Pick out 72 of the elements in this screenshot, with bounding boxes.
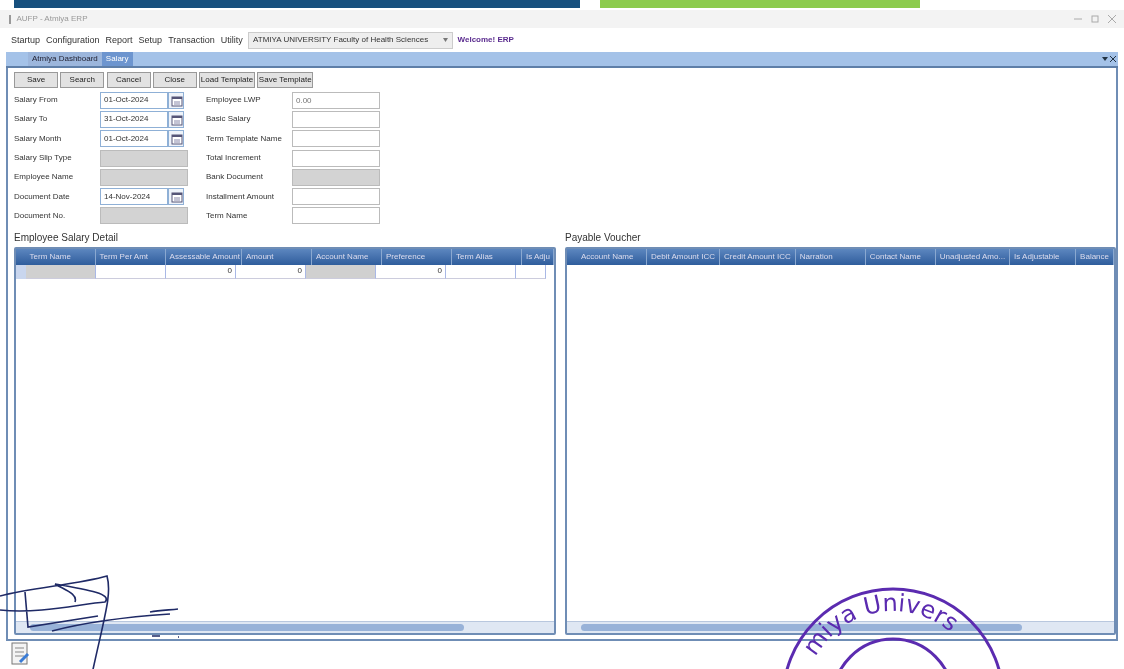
field-label: Basic Salary xyxy=(206,113,252,126)
menu-item[interactable]: Utility xyxy=(217,33,246,47)
field-label: Document No. xyxy=(14,209,67,222)
section-title: Employee Salary Detail xyxy=(14,230,119,245)
column-header[interactable]: Balance xyxy=(1076,248,1115,265)
menu-item[interactable]: Report xyxy=(102,33,136,47)
field-label: Salary Month xyxy=(14,132,63,145)
tab[interactable]: Atmiya Dashboard xyxy=(28,52,102,67)
column-header[interactable]: Assessable Amount xyxy=(165,248,242,265)
column-header[interactable]: Account Name xyxy=(311,248,382,265)
column-header[interactable]: Term Per Amt xyxy=(95,248,166,265)
maximize-icon[interactable] xyxy=(1091,15,1099,24)
date-field[interactable]: 01-Oct-2024 xyxy=(100,91,168,109)
app-icon xyxy=(8,14,12,24)
field-label: Bank Document xyxy=(206,171,264,184)
field-label: Term Name xyxy=(206,209,249,222)
menu-item[interactable]: Setup xyxy=(135,33,166,47)
column-header[interactable]: Preference xyxy=(381,248,452,265)
column-header[interactable]: Term Alias xyxy=(451,248,522,265)
date-field[interactable]: 14-Nov-2024 xyxy=(100,188,168,206)
field-label: Salary Slip Type xyxy=(14,152,73,165)
menu-item[interactable]: Transaction xyxy=(165,33,218,47)
date-field[interactable]: 01-Oct-2024 xyxy=(100,130,168,148)
menu-item[interactable]: Startup xyxy=(8,33,44,47)
calendar-icon[interactable] xyxy=(168,130,184,148)
toolbar-button[interactable]: Search xyxy=(60,72,105,89)
dropdown-icon[interactable] xyxy=(1101,56,1108,63)
input-field[interactable] xyxy=(292,110,380,128)
input-field[interactable]: 0.00 xyxy=(292,91,380,109)
table-cell: 0 xyxy=(166,264,236,279)
field-label: Employee Name xyxy=(14,171,75,184)
toolbar-button[interactable]: Save xyxy=(14,72,58,89)
column-header[interactable]: Is Adjustable xyxy=(1010,248,1077,265)
row-selector[interactable] xyxy=(16,264,26,279)
horizontal-scrollbar[interactable] xyxy=(16,621,554,634)
column-header[interactable]: Credit Amount ICC xyxy=(720,248,796,265)
field-label: Salary From xyxy=(14,94,59,107)
field-label: Total Increment xyxy=(206,152,262,165)
calendar-icon[interactable] xyxy=(168,91,184,109)
toolbar-button[interactable]: Cancel xyxy=(106,72,151,89)
date-field[interactable]: 31-Oct-2024 xyxy=(100,110,168,128)
calendar-icon[interactable] xyxy=(168,188,184,206)
input-field[interactable] xyxy=(292,207,380,225)
column-header[interactable]: Amount xyxy=(241,248,312,265)
input-field[interactable] xyxy=(292,130,380,148)
input-field[interactable] xyxy=(292,188,380,206)
field-label: Employee LWP xyxy=(206,94,262,107)
menu-item[interactable]: Configuration xyxy=(43,33,103,47)
field-label: Installment Amount xyxy=(206,190,276,203)
toolbar-button[interactable]: Close xyxy=(152,72,197,89)
column-header[interactable]: Term Name xyxy=(25,248,96,265)
close-icon[interactable] xyxy=(1109,56,1116,63)
notepad-icon[interactable] xyxy=(10,642,30,666)
field-label: Term Template Name xyxy=(206,132,283,145)
field-label: Salary To xyxy=(14,113,49,126)
window-title: AUFP - Atmiya ERP xyxy=(16,13,88,26)
caret-icon[interactable] xyxy=(443,38,449,43)
section-title: Payable Voucher xyxy=(565,230,642,245)
column-header[interactable]: Account Name xyxy=(577,248,647,265)
column-header[interactable]: Is Adju xyxy=(521,248,554,265)
welcome-text: Welcome! ERP xyxy=(457,34,514,47)
toolbar-button[interactable]: Save Template xyxy=(257,72,314,89)
table-cell: 0 xyxy=(376,264,446,279)
toolbar-button[interactable]: Load Template xyxy=(199,72,255,89)
calendar-icon[interactable] xyxy=(168,110,184,128)
organization-dropdown[interactable]: ATMIYA UNIVERSITY Faculty of Health Sciences xyxy=(248,31,454,49)
column-header[interactable]: Unadjusted Amo... xyxy=(935,248,1011,265)
field-label: Document Date xyxy=(14,190,71,203)
column-header[interactable]: Narration xyxy=(795,248,866,265)
column-header[interactable]: Contact Name xyxy=(865,248,936,265)
column-header[interactable]: Debit Amount ICC xyxy=(647,248,721,265)
input-field[interactable] xyxy=(292,149,380,167)
